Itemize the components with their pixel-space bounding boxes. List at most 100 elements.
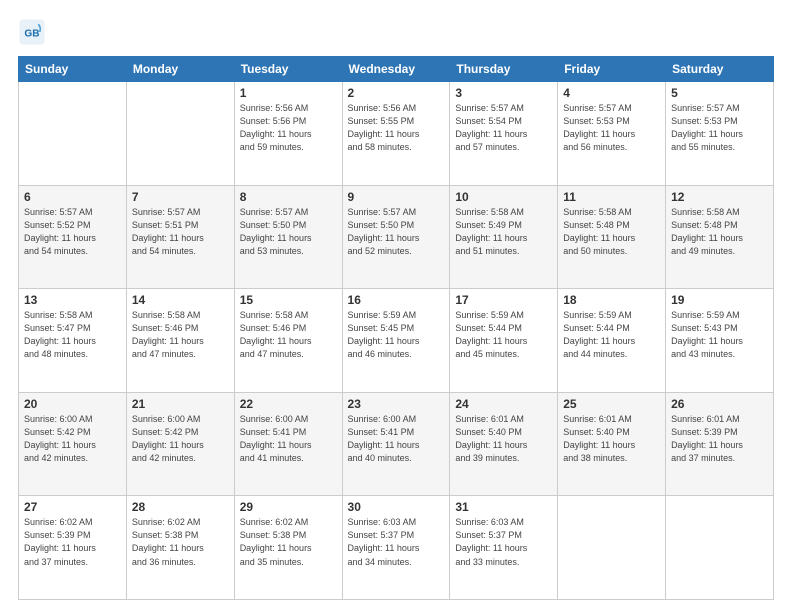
day-cell: 29 Sunrise: 6:02 AM Sunset: 5:38 PM Dayli… [234,496,342,600]
day-number: 21 [132,397,229,411]
day-info: Sunrise: 6:00 AM Sunset: 5:42 PM Dayligh… [24,413,121,465]
day-info: Sunrise: 5:58 AM Sunset: 5:48 PM Dayligh… [671,206,768,258]
day-info: Sunrise: 6:00 AM Sunset: 5:42 PM Dayligh… [132,413,229,465]
day-info: Sunrise: 5:57 AM Sunset: 5:53 PM Dayligh… [671,102,768,154]
day-cell: 16 Sunrise: 5:59 AM Sunset: 5:45 PM Dayli… [342,289,450,393]
day-number: 5 [671,86,768,100]
day-cell: 9 Sunrise: 5:57 AM Sunset: 5:50 PM Daylig… [342,185,450,289]
weekday-header-wednesday: Wednesday [342,57,450,82]
day-number: 17 [455,293,552,307]
day-info: Sunrise: 6:03 AM Sunset: 5:37 PM Dayligh… [455,516,552,568]
day-cell: 1 Sunrise: 5:56 AM Sunset: 5:56 PM Daylig… [234,82,342,186]
day-cell: 19 Sunrise: 5:59 AM Sunset: 5:43 PM Dayli… [666,289,774,393]
day-info: Sunrise: 5:59 AM Sunset: 5:43 PM Dayligh… [671,309,768,361]
day-number: 8 [240,190,337,204]
day-number: 11 [563,190,660,204]
day-cell: 10 Sunrise: 5:58 AM Sunset: 5:49 PM Dayli… [450,185,558,289]
svg-text:GB: GB [24,29,39,40]
day-cell: 6Sunrise: 5:57 AM Sunset: 5:52 PM Daylig… [19,185,127,289]
weekday-header-saturday: Saturday [666,57,774,82]
day-info: Sunrise: 6:02 AM Sunset: 5:38 PM Dayligh… [240,516,337,568]
day-cell: 4Sunrise: 5:57 AM Sunset: 5:53 PM Daylig… [558,82,666,186]
day-info: Sunrise: 5:59 AM Sunset: 5:45 PM Dayligh… [348,309,445,361]
day-number: 10 [455,190,552,204]
day-info: Sunrise: 5:56 AM Sunset: 5:56 PM Dayligh… [240,102,337,154]
weekday-header-sunday: Sunday [19,57,127,82]
calendar-table: SundayMondayTuesdayWednesdayThursdayFrid… [18,56,774,600]
day-cell: 12Sunrise: 5:58 AM Sunset: 5:48 PM Dayli… [666,185,774,289]
day-info: Sunrise: 5:58 AM Sunset: 5:48 PM Dayligh… [563,206,660,258]
day-number: 20 [24,397,121,411]
day-number: 16 [348,293,445,307]
day-number: 30 [348,500,445,514]
week-row-2: 6Sunrise: 5:57 AM Sunset: 5:52 PM Daylig… [19,185,774,289]
weekday-header-monday: Monday [126,57,234,82]
day-info: Sunrise: 5:58 AM Sunset: 5:46 PM Dayligh… [132,309,229,361]
day-cell: 8 Sunrise: 5:57 AM Sunset: 5:50 PM Daylig… [234,185,342,289]
day-info: Sunrise: 5:57 AM Sunset: 5:51 PM Dayligh… [132,206,229,258]
day-number: 9 [348,190,445,204]
day-info: Sunrise: 5:58 AM Sunset: 5:46 PM Dayligh… [240,309,337,361]
day-cell: 2Sunrise: 5:56 AM Sunset: 5:55 PM Daylig… [342,82,450,186]
day-cell: 23 Sunrise: 6:00 AM Sunset: 5:41 PM Dayli… [342,392,450,496]
day-cell: 3 Sunrise: 5:57 AM Sunset: 5:54 PM Daylig… [450,82,558,186]
day-cell: 28Sunrise: 6:02 AM Sunset: 5:38 PM Dayli… [126,496,234,600]
day-info: Sunrise: 5:57 AM Sunset: 5:50 PM Dayligh… [348,206,445,258]
week-row-1: 1 Sunrise: 5:56 AM Sunset: 5:56 PM Daylig… [19,82,774,186]
day-number: 29 [240,500,337,514]
day-cell: 17Sunrise: 5:59 AM Sunset: 5:44 PM Dayli… [450,289,558,393]
day-number: 1 [240,86,337,100]
day-info: Sunrise: 6:01 AM Sunset: 5:39 PM Dayligh… [671,413,768,465]
day-info: Sunrise: 5:58 AM Sunset: 5:47 PM Dayligh… [24,309,121,361]
day-cell: 5 Sunrise: 5:57 AM Sunset: 5:53 PM Daylig… [666,82,774,186]
day-number: 23 [348,397,445,411]
day-number: 18 [563,293,660,307]
week-row-4: 20 Sunrise: 6:00 AM Sunset: 5:42 PM Dayli… [19,392,774,496]
day-number: 3 [455,86,552,100]
day-number: 28 [132,500,229,514]
day-number: 26 [671,397,768,411]
day-number: 22 [240,397,337,411]
week-row-3: 13 Sunrise: 5:58 AM Sunset: 5:47 PM Dayli… [19,289,774,393]
day-info: Sunrise: 5:58 AM Sunset: 5:49 PM Dayligh… [455,206,552,258]
day-cell: 27 Sunrise: 6:02 AM Sunset: 5:39 PM Dayli… [19,496,127,600]
day-info: Sunrise: 5:57 AM Sunset: 5:54 PM Dayligh… [455,102,552,154]
day-info: Sunrise: 6:03 AM Sunset: 5:37 PM Dayligh… [348,516,445,568]
weekday-header-tuesday: Tuesday [234,57,342,82]
day-cell [558,496,666,600]
day-number: 19 [671,293,768,307]
day-info: Sunrise: 6:02 AM Sunset: 5:39 PM Dayligh… [24,516,121,568]
day-cell: 15Sunrise: 5:58 AM Sunset: 5:46 PM Dayli… [234,289,342,393]
day-cell: 18 Sunrise: 5:59 AM Sunset: 5:44 PM Dayli… [558,289,666,393]
logo-icon: GB [18,18,46,46]
day-info: Sunrise: 6:01 AM Sunset: 5:40 PM Dayligh… [455,413,552,465]
day-info: Sunrise: 5:56 AM Sunset: 5:55 PM Dayligh… [348,102,445,154]
day-cell: 24 Sunrise: 6:01 AM Sunset: 5:40 PM Dayli… [450,392,558,496]
day-info: Sunrise: 5:57 AM Sunset: 5:52 PM Dayligh… [24,206,121,258]
day-info: Sunrise: 5:59 AM Sunset: 5:44 PM Dayligh… [563,309,660,361]
day-cell: 13 Sunrise: 5:58 AM Sunset: 5:47 PM Dayli… [19,289,127,393]
week-row-5: 27 Sunrise: 6:02 AM Sunset: 5:39 PM Dayli… [19,496,774,600]
day-cell: 11 Sunrise: 5:58 AM Sunset: 5:48 PM Dayli… [558,185,666,289]
day-number: 24 [455,397,552,411]
day-cell: 26 Sunrise: 6:01 AM Sunset: 5:39 PM Dayli… [666,392,774,496]
day-cell: 25 Sunrise: 6:01 AM Sunset: 5:40 PM Dayli… [558,392,666,496]
day-number: 27 [24,500,121,514]
day-number: 7 [132,190,229,204]
day-info: Sunrise: 6:01 AM Sunset: 5:40 PM Dayligh… [563,413,660,465]
day-cell [19,82,127,186]
weekday-header-thursday: Thursday [450,57,558,82]
day-number: 31 [455,500,552,514]
day-number: 25 [563,397,660,411]
page: GB SundayMondayTuesdayWednesdayThursdayF… [0,0,792,612]
day-number: 13 [24,293,121,307]
day-cell: 22 Sunrise: 6:00 AM Sunset: 5:41 PM Dayli… [234,392,342,496]
day-cell: 30 Sunrise: 6:03 AM Sunset: 5:37 PM Dayli… [342,496,450,600]
day-info: Sunrise: 6:00 AM Sunset: 5:41 PM Dayligh… [240,413,337,465]
day-cell: 20 Sunrise: 6:00 AM Sunset: 5:42 PM Dayli… [19,392,127,496]
day-info: Sunrise: 6:00 AM Sunset: 5:41 PM Dayligh… [348,413,445,465]
day-cell: 31 Sunrise: 6:03 AM Sunset: 5:37 PM Dayli… [450,496,558,600]
day-cell [126,82,234,186]
day-info: Sunrise: 5:57 AM Sunset: 5:50 PM Dayligh… [240,206,337,258]
header: GB [18,18,774,46]
